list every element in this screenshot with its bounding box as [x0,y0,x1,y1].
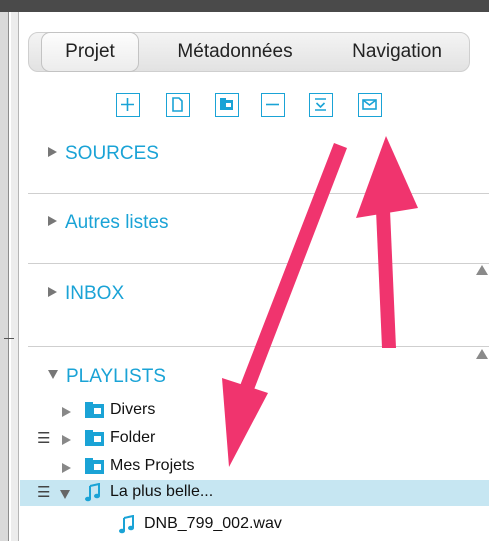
list-item[interactable]: Mes Projets [20,454,489,480]
collapse-button[interactable] [309,93,333,117]
list-item[interactable]: ☰ Folder [20,426,489,452]
disclosure-right-icon[interactable] [62,406,79,424]
section-divider [28,263,489,264]
folder-icon [220,98,233,110]
drag-handle-icon[interactable]: ☰ [37,483,50,501]
tree-item-label: Mes Projets [110,457,195,474]
new-document-button[interactable] [166,93,190,117]
envelope-icon [362,99,377,110]
resize-up-icon[interactable] [476,349,488,359]
section-inbox[interactable]: INBOX [48,283,124,305]
music-note-icon [85,483,100,502]
section-playlists-label: PLAYLISTS [66,366,166,387]
disclosure-right-icon [48,147,57,157]
resize-up-icon[interactable] [476,265,488,275]
drag-handle-icon[interactable]: ☰ [37,429,50,447]
left-window-frame [0,12,9,541]
tab-metadonnees[interactable]: Métadonnées [151,33,319,71]
plus-icon [121,98,134,111]
section-playlists[interactable]: PLAYLISTS [48,366,166,388]
new-folder-button[interactable] [215,93,239,117]
folder-icon [85,458,104,474]
document-icon [172,97,183,112]
folder-icon [85,430,104,446]
section-inbox-label: INBOX [65,283,125,304]
tab-bar: Projet Métadonnées Navigation [28,32,470,72]
section-sources-label: SOURCES [65,143,159,164]
folder-icon [85,402,104,418]
disclosure-right-icon[interactable] [62,462,79,480]
list-item[interactable]: DNB_799_002.wav [20,512,489,538]
disclosure-right-icon [48,287,57,297]
collapse-icon [315,98,326,111]
add-button[interactable] [116,93,140,117]
disclosure-down-icon [48,370,58,379]
disclosure-right-icon[interactable] [62,434,79,452]
music-note-icon [119,515,134,534]
list-item[interactable]: Divers [20,398,489,424]
tab-navigation[interactable]: Navigation [333,33,461,71]
splitter-handle[interactable] [11,12,19,541]
remove-button[interactable] [261,93,285,117]
section-divider [28,193,489,194]
window-top-edge [0,0,489,12]
inbox-button[interactable] [358,93,382,117]
section-divider [28,346,489,347]
section-sources[interactable]: SOURCES [48,143,159,165]
tree-item-label: Folder [110,429,156,446]
tab-projet[interactable]: Projet [41,32,139,72]
disclosure-down-icon[interactable] [60,489,78,507]
section-autres-listes[interactable]: Autres listes [48,212,168,234]
disclosure-right-icon [48,216,57,226]
section-autres-label: Autres listes [65,212,169,233]
minus-icon [266,103,279,106]
tree-item-label: Divers [110,401,156,418]
tree-item-label: La plus belle... [110,483,214,500]
splitter-tick [4,338,14,339]
list-item-selected[interactable]: ☰ La plus belle... [20,480,489,506]
tree-item-label: DNB_799_002.wav [144,515,282,532]
